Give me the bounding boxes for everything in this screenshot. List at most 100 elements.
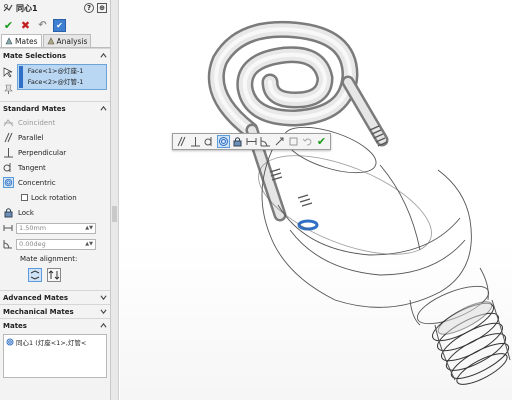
mates-header[interactable]: Mates <box>0 318 110 332</box>
mechanical-mates-title: Mechanical Mates <box>3 307 74 316</box>
mate-parallel-label: Parallel <box>18 133 44 142</box>
mate-perpendicular[interactable]: Perpendicular <box>0 145 110 160</box>
panel-titlebar: 同心1 ? ⊕ <box>0 0 110 16</box>
mate-lock[interactable]: Lock <box>0 205 110 220</box>
angle-input[interactable]: 0.00deg ▲▼ <box>16 238 96 250</box>
mates-list-item-label: 同心1 (灯座<1>,灯管< <box>16 339 87 347</box>
angle-icon <box>3 240 12 249</box>
advanced-mates-header[interactable]: Advanced Mates <box>0 290 110 304</box>
concentric-icon <box>219 137 228 146</box>
ctx-undo-button[interactable] <box>301 135 314 148</box>
mate-tangent-label: Tangent <box>18 163 46 172</box>
distance-icon <box>246 138 257 145</box>
anti-aligned-icon <box>48 270 60 280</box>
mate-alignment-buttons <box>0 266 110 284</box>
angle-value: 0.00deg <box>19 240 46 248</box>
mate-alignment-label: Mate alignment: <box>20 255 78 263</box>
ctx-distance-button[interactable] <box>245 135 258 148</box>
keep-visible-button[interactable]: ✔ <box>53 18 66 32</box>
lock-rotation-label: Lock rotation <box>31 193 77 202</box>
distance-icon <box>3 225 13 231</box>
chevron-up-icon <box>100 322 107 328</box>
distance-row: 1.50mm ▲▼ <box>0 220 110 236</box>
distance-value: 1.50mm <box>19 224 47 232</box>
aligned-icon <box>30 270 40 280</box>
angle-row: 0.00deg ▲▼ <box>0 236 110 252</box>
mates-listbox[interactable]: 同心1 (灯座<1>,灯管< <box>3 334 107 378</box>
spinner-icon[interactable]: ▲▼ <box>85 241 93 247</box>
spiral-tube[interactable] <box>207 20 389 222</box>
aligned-button[interactable] <box>28 268 42 282</box>
ok-button[interactable]: ✔ <box>2 19 15 32</box>
spinner-icon[interactable]: ▲▼ <box>85 225 93 231</box>
undo-button[interactable]: ↶ <box>36 19 49 32</box>
cancel-button[interactable]: ✖ <box>19 19 32 32</box>
mate-tangent[interactable]: Tangent <box>0 160 110 175</box>
parallel-icon <box>4 132 13 143</box>
concentric-icon <box>3 177 14 188</box>
distance-input[interactable]: 1.50mm ▲▼ <box>16 222 96 234</box>
mates-title: Mates <box>3 321 27 330</box>
concentric-mate-icon <box>3 4 13 12</box>
lock-rotation-row[interactable]: Lock rotation <box>0 190 110 205</box>
selection-item[interactable]: Face<1>@灯座-1 <box>20 66 104 77</box>
mates-icon <box>5 37 13 45</box>
chevron-up-icon <box>100 105 107 111</box>
mechanical-mates-header[interactable]: Mechanical Mates <box>0 304 110 318</box>
context-toolbar: ✔ <box>172 133 331 150</box>
selection-item-label: Face<1>@灯座-1 <box>27 67 84 75</box>
mate-selections-header[interactable]: Mate Selections <box>0 48 110 62</box>
ctx-alignment-button[interactable] <box>287 135 300 148</box>
ctx-angle-button[interactable] <box>259 135 272 148</box>
tangent-icon <box>204 137 212 146</box>
concentric-icon <box>6 338 14 346</box>
selected-face-highlight[interactable] <box>297 219 319 231</box>
tab-mates[interactable]: Mates <box>1 34 42 47</box>
panel-scrollbar[interactable] <box>111 0 119 400</box>
bulb-housing[interactable] <box>245 118 493 331</box>
graphics-viewport[interactable]: ✔ <box>120 0 512 400</box>
panel-tabs: Mates Analysis <box>0 34 110 48</box>
lock-icon <box>233 137 242 147</box>
standard-mates-header[interactable]: Standard Mates <box>0 101 110 115</box>
scrollbar-grip[interactable] <box>112 206 117 222</box>
selection-item[interactable]: Face<2>@灯管-1 <box>20 77 104 88</box>
tab-analysis-label: Analysis <box>56 36 88 46</box>
ctx-parallel-button[interactable] <box>175 135 188 148</box>
ctx-ok-button[interactable]: ✔ <box>315 135 328 148</box>
ctx-perpendicular-button[interactable] <box>189 135 202 148</box>
bulb-model[interactable] <box>120 0 512 400</box>
mates-list-item[interactable]: 同心1 (灯座<1>,灯管< <box>6 337 104 347</box>
lock-rotation-checkbox[interactable] <box>21 194 28 201</box>
ctx-concentric-button[interactable] <box>217 135 230 148</box>
mate-perpendicular-label: Perpendicular <box>18 148 67 157</box>
mate-selections-body: Face<1>@灯座-1 Face<2>@灯管-1 <box>0 62 110 95</box>
lock-icon <box>4 208 13 218</box>
selection-cursor-icon <box>3 67 13 78</box>
mate-concentric[interactable]: Concentric <box>0 175 110 190</box>
ctx-lock-button[interactable] <box>231 135 244 148</box>
advanced-mates-title: Advanced Mates <box>3 293 68 302</box>
pushpin-icon <box>4 84 13 94</box>
anti-aligned-button[interactable] <box>47 268 61 282</box>
mate-coincident[interactable]: Coincident <box>0 115 110 130</box>
ctx-flip-button[interactable] <box>273 135 286 148</box>
perpendicular-icon <box>191 137 200 147</box>
alignment-icon <box>289 137 298 146</box>
tab-mates-label: Mates <box>15 36 38 46</box>
screw-base[interactable] <box>428 296 512 390</box>
pin-icon[interactable]: ⊕ <box>97 3 107 13</box>
tab-analysis[interactable]: Analysis <box>42 34 92 47</box>
coincident-icon <box>3 119 14 127</box>
tangent-icon <box>3 163 11 172</box>
selection-item-label: Face<2>@灯管-1 <box>27 78 84 86</box>
property-manager-panel: 同心1 ? ⊕ ✔ ✖ ↶ ✔ Mates Analysis Mate Sele… <box>0 0 111 400</box>
ctx-tangent-button[interactable] <box>203 135 216 148</box>
mate-parallel[interactable]: Parallel <box>0 130 110 145</box>
action-buttons: ✔ ✖ ↶ ✔ <box>0 16 110 34</box>
chevron-down-icon <box>100 309 107 315</box>
help-icon[interactable]: ? <box>84 3 94 13</box>
mate-lock-label: Lock <box>18 208 34 217</box>
mate-coincident-label: Coincident <box>18 118 56 127</box>
mate-selections-listbox[interactable]: Face<1>@灯座-1 Face<2>@灯管-1 <box>16 64 107 90</box>
